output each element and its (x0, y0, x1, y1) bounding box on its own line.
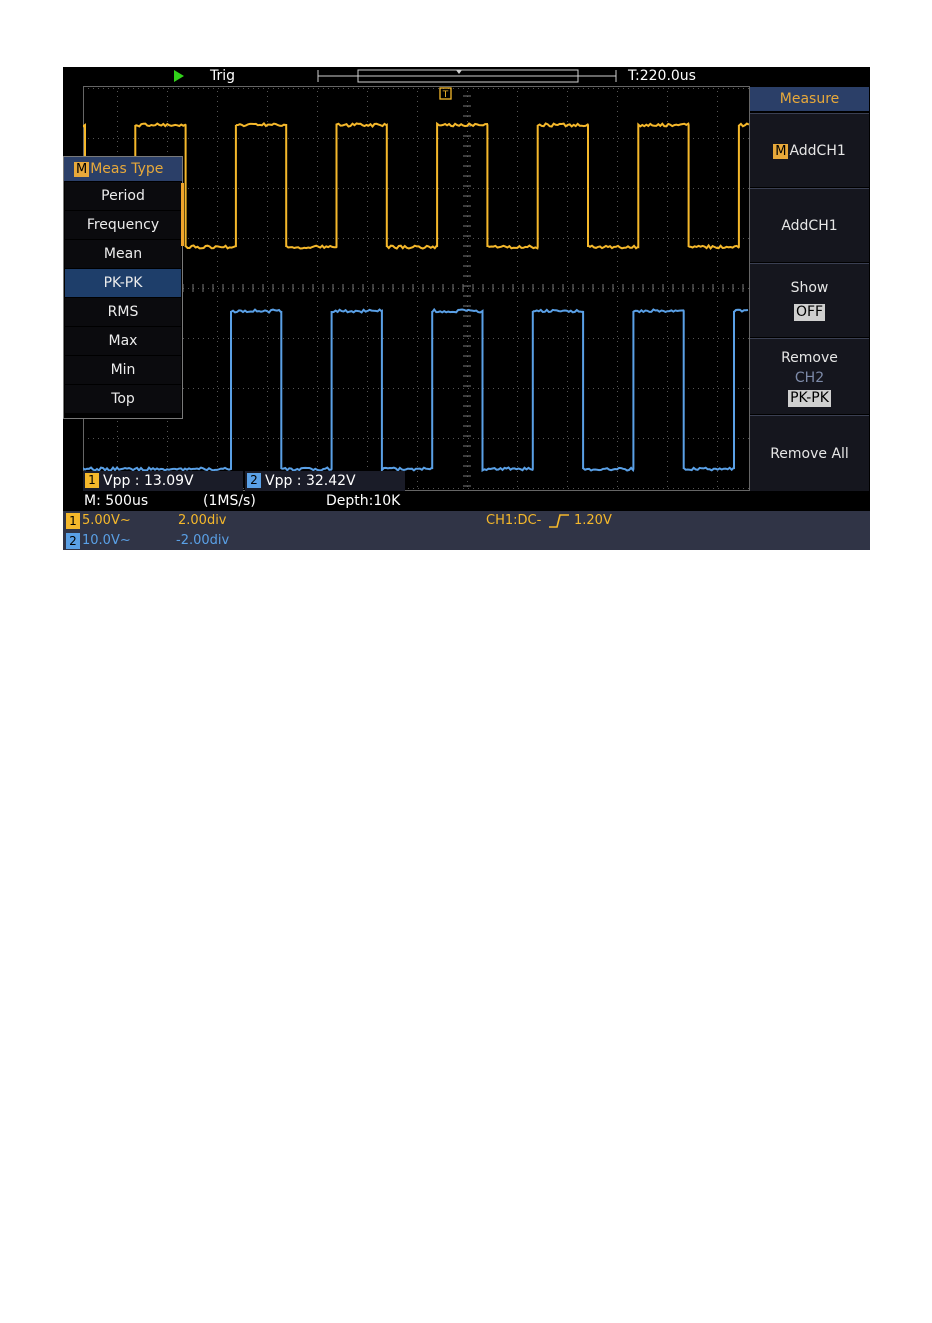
waveform-display[interactable]: T (83, 86, 750, 491)
meas-type-item-max[interactable]: Max (65, 327, 181, 355)
popup-scrollbar[interactable] (181, 183, 184, 246)
meas-type-popup[interactable]: M Meas Type Period Frequency Mean PK-PK R… (63, 156, 183, 419)
trigger-time-marker-icon: T (440, 88, 451, 100)
meas-type-item-min[interactable]: Min (65, 356, 181, 384)
measure-menu: Measure M AddCH1 AddCH1 Show OFF Remove C… (750, 86, 870, 491)
time-offset: T:220.0us (628, 68, 696, 84)
meas-type-item-rms[interactable]: RMS (65, 298, 181, 326)
trigger-status: Trig (210, 68, 235, 84)
ch1-badge: 1 (85, 473, 99, 488)
meas-type-item-period[interactable]: Period (65, 182, 181, 210)
show-button[interactable]: Show OFF (750, 263, 869, 337)
add-ch1-menu-button[interactable]: M AddCH1 (750, 113, 869, 187)
menu-badge: M (773, 144, 788, 159)
measurement-readout-bar: 1 Vpp : 13.09V 2 Vpp : 32.42V (83, 471, 405, 491)
remove-value: PK-PK (788, 390, 831, 407)
top-status-bar: Trig T:220.0us (63, 67, 870, 86)
ch1-scale: 5.00V~ (82, 513, 131, 528)
ch2-badge: 2 (66, 533, 80, 549)
trigger-position-marker-icon (456, 70, 462, 74)
meas-type-item-frequency[interactable]: Frequency (65, 211, 181, 239)
measurement-ch2: 2 Vpp : 32.42V (245, 471, 405, 491)
remove-channel: CH2 (750, 368, 869, 388)
ch2-badge: 2 (247, 473, 261, 488)
ch1-offset: 2.00div (178, 513, 227, 528)
ch1-badge: 1 (66, 513, 80, 529)
oscilloscope-screen: Trig T:220.0us T M Meas Type Period Frequ… (63, 67, 870, 550)
show-value: OFF (794, 304, 825, 321)
menu-title: Measure (750, 87, 869, 111)
remove-button[interactable]: Remove CH2 PK-PK (750, 338, 869, 414)
meas-type-item-pk-pk[interactable]: PK-PK (65, 269, 181, 297)
svg-text:T: T (442, 90, 449, 100)
measurement-ch1: 1 Vpp : 13.09V (83, 471, 243, 491)
ch2-scale: 10.0V~ (82, 533, 131, 548)
timebase: M: 500us (84, 493, 148, 509)
meas-type-item-top[interactable]: Top (65, 385, 181, 413)
acquisition-status: M: 500us (1MS/s) Depth:10K (63, 493, 870, 511)
channel-status: 1 5.00V~ 2.00div CH1:DC- 1.20V 2 10.0V~ … (63, 511, 870, 550)
remove-all-button[interactable]: Remove All (750, 415, 869, 491)
ch2-offset: -2.00div (176, 533, 229, 548)
add-ch1-button[interactable]: AddCH1 (750, 188, 869, 262)
meas-type-item-mean[interactable]: Mean (65, 240, 181, 268)
meas-type-title: M Meas Type (64, 157, 182, 181)
rising-edge-icon (548, 514, 570, 528)
trigger-source: CH1:DC- (486, 513, 541, 528)
trigger-level: 1.20V (574, 513, 612, 528)
sample-rate: (1MS/s) (203, 493, 256, 509)
play-icon (174, 70, 184, 82)
menu-badge: M (74, 162, 89, 177)
memory-position-bar[interactable] (317, 69, 617, 83)
memory-depth: Depth:10K (326, 493, 400, 509)
